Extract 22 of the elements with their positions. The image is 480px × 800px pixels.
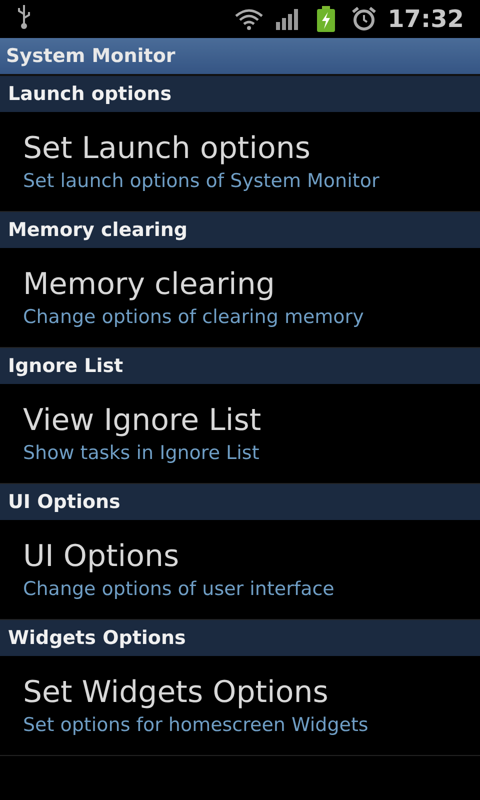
usb-icon [16, 4, 32, 30]
category-title: Ignore List [8, 354, 124, 379]
signal-icon [276, 8, 300, 30]
item-title: Memory clearing [23, 266, 275, 304]
item-title: Set Launch options [23, 130, 310, 168]
item-summary: Set launch options of System Monitor [23, 168, 380, 194]
category-title: Launch options [8, 82, 172, 107]
wifi-icon [234, 8, 264, 30]
battery-charging-icon [316, 6, 336, 32]
item-title: UI Options [23, 538, 180, 576]
window-title: System Monitor [6, 44, 176, 69]
item-summary: Set options for homescreen Widgets [23, 712, 368, 738]
item-summary: Change options of user interface [23, 576, 334, 602]
item-summary: Change options of clearing memory [23, 304, 364, 330]
category-title: Memory clearing [8, 218, 188, 243]
item-summary: Show tasks in Ignore List [23, 440, 260, 466]
alarm-clock-icon [352, 7, 376, 31]
item-title: Set Widgets Options [23, 674, 328, 712]
category-title: Widgets Options [8, 626, 186, 651]
clock-time: 17:32 [388, 4, 464, 35]
item-title: View Ignore List [23, 402, 262, 440]
category-title: UI Options [8, 490, 120, 515]
